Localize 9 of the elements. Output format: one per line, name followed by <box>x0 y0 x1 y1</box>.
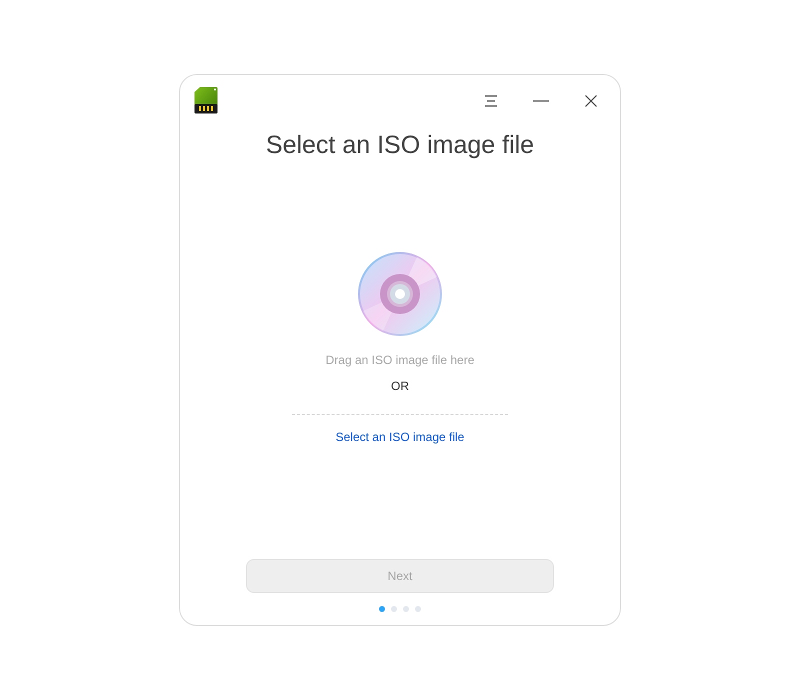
or-separator: OR <box>391 378 409 395</box>
menu-icon <box>484 95 498 107</box>
minimize-icon <box>533 100 549 102</box>
window-title: Select an ISO image file <box>266 130 534 161</box>
close-icon <box>585 95 597 107</box>
drag-hint: Drag an ISO image file here <box>326 352 474 369</box>
select-file-link[interactable]: Select an ISO image file <box>336 428 464 446</box>
disc-icon <box>357 251 443 337</box>
sd-card-icon <box>194 86 218 114</box>
